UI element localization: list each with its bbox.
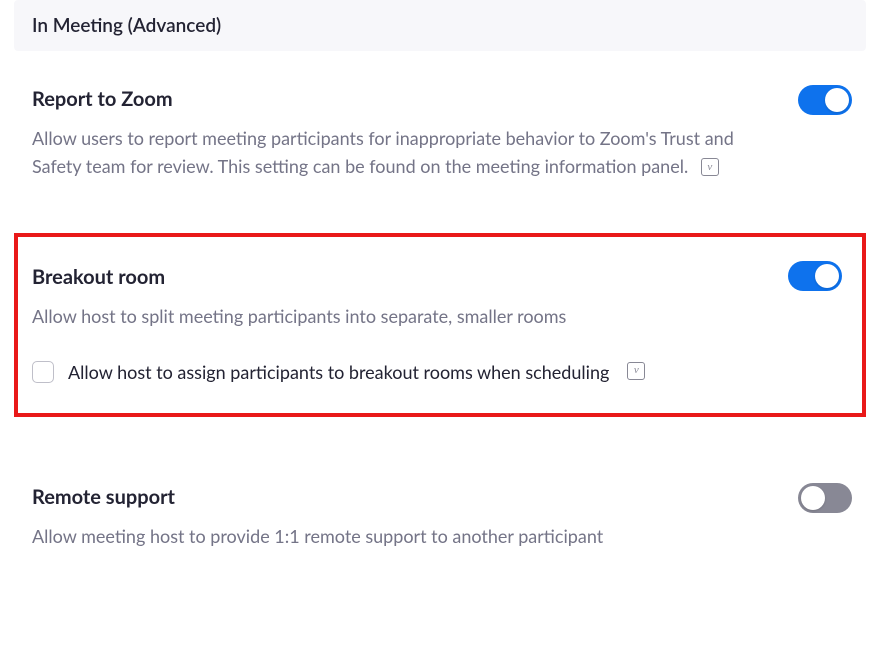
- report-description: Allow users to report meeting participan…: [32, 125, 752, 181]
- info-icon[interactable]: v: [627, 362, 645, 380]
- breakout-sub-option: Allow host to assign participants to bre…: [32, 361, 848, 383]
- remote-support-description: Allow meeting host to provide 1:1 remote…: [32, 523, 752, 551]
- setting-report-to-zoom: Report to Zoom Allow users to report mee…: [14, 77, 866, 209]
- remote-support-title: Remote support: [32, 485, 848, 509]
- breakout-toggle[interactable]: [788, 261, 842, 291]
- assign-when-scheduling-checkbox[interactable]: [32, 361, 54, 383]
- section-title: In Meeting (Advanced): [32, 14, 221, 37]
- report-title: Report to Zoom: [32, 87, 848, 111]
- toggle-knob: [801, 486, 825, 510]
- setting-breakout-room: Breakout room Allow host to split meetin…: [24, 265, 856, 383]
- toggle-knob: [815, 264, 839, 288]
- info-icon[interactable]: v: [701, 158, 719, 176]
- breakout-highlight-box: Breakout room Allow host to split meetin…: [14, 233, 866, 417]
- report-toggle[interactable]: [798, 85, 852, 115]
- breakout-description: Allow host to split meeting participants…: [32, 303, 752, 331]
- spacer: [0, 441, 880, 475]
- remote-support-toggle[interactable]: [798, 483, 852, 513]
- section-header: In Meeting (Advanced): [14, 0, 866, 51]
- assign-when-scheduling-label: Allow host to assign participants to bre…: [68, 361, 609, 383]
- setting-remote-support: Remote support Allow meeting host to pro…: [14, 475, 866, 579]
- breakout-title: Breakout room: [32, 265, 848, 289]
- toggle-knob: [825, 88, 849, 112]
